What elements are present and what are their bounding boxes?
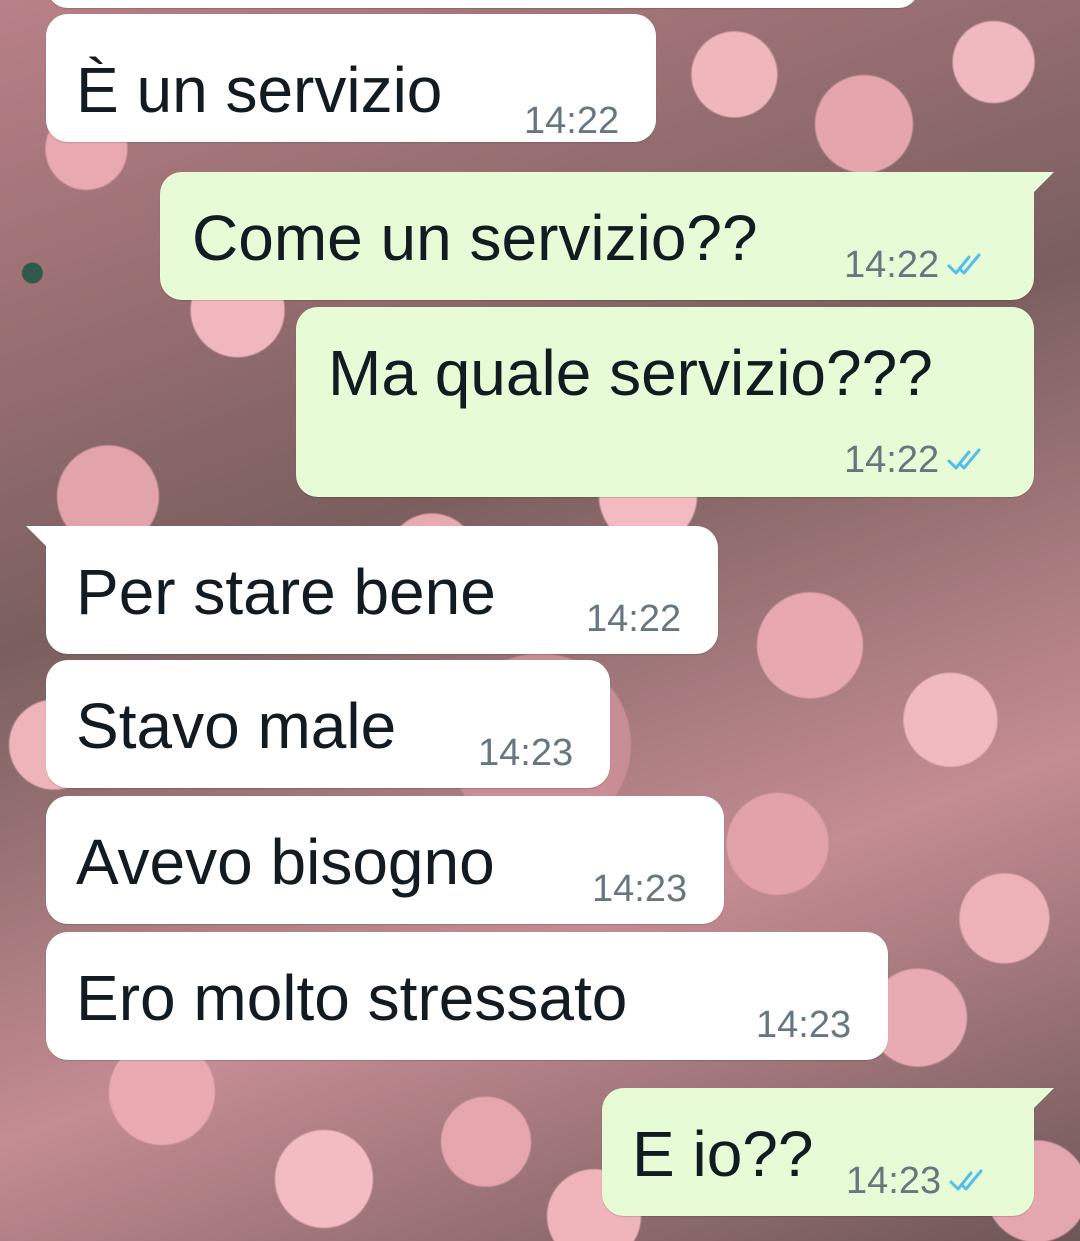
message-bubble-incoming[interactable]: Avevo bisogno 14:23 [46,796,724,924]
message-meta: 14:23 [846,1162,989,1200]
message-bubble-outgoing[interactable]: Ma quale servizio??? 14:22 [296,307,1034,497]
message-bubble-incoming[interactable]: Ero molto stressato 14:23 [46,932,888,1060]
message-time: 14:22 [844,244,940,286]
message-bubble-incoming[interactable]: È un servizio 14:22 [46,14,656,142]
message-bubble-incoming[interactable]: Per stare bene 14:22 [26,526,718,654]
bubble-tail [1032,172,1054,194]
message-bubble-outgoing[interactable]: Come un servizio?? 14:22 [160,172,1054,300]
message-text: Stavo male [76,690,397,762]
double-check-icon [947,448,981,470]
message-meta: 14:22 [586,600,681,638]
message-time: 14:22 [524,100,620,142]
message-meta: 14:22 [844,441,987,479]
double-check-icon [947,253,981,275]
message-bubble-outgoing[interactable]: E io?? 14:23 [602,1088,1054,1216]
bubble-tail [26,526,48,548]
message-list[interactable]: È un servizio 14:22 Come un servizio?? 1… [0,0,1080,1241]
message-meta: 14:23 [478,734,573,772]
message-text: È un servizio [76,54,443,126]
message-text: Per stare bene [76,556,496,628]
message-meta: 14:23 [756,1006,851,1044]
message-text: Ero molto stressato [76,962,628,1034]
message-time: 14:23 [756,1004,852,1046]
message-time: 14:22 [844,439,940,481]
message-bubble-partial [48,0,918,8]
bubble-tail [1032,1088,1054,1110]
message-meta: 14:22 [524,102,619,140]
message-time: 14:22 [586,598,682,640]
message-time: 14:23 [478,732,574,774]
message-time: 14:23 [592,868,688,910]
double-check-icon [949,1169,983,1191]
message-bubble-incoming[interactable]: Stavo male 14:23 [46,660,610,788]
message-text: E io?? [632,1118,814,1190]
message-text: Avevo bisogno [76,826,495,898]
message-text: Come un servizio?? [192,202,758,274]
message-text: Ma quale servizio??? [328,337,933,409]
message-meta: 14:22 [844,246,987,284]
message-meta: 14:23 [592,870,687,908]
message-time: 14:23 [846,1160,942,1202]
